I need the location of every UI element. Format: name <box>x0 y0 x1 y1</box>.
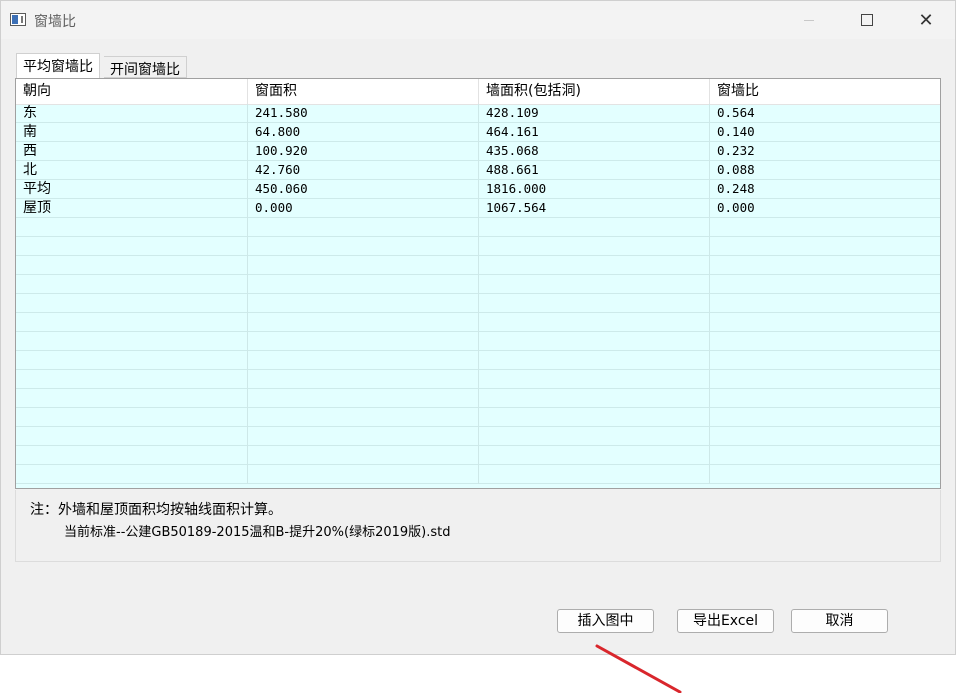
annotation-arrow <box>595 644 682 693</box>
tab-average-ratio[interactable]: 平均窗墙比 <box>16 53 100 78</box>
